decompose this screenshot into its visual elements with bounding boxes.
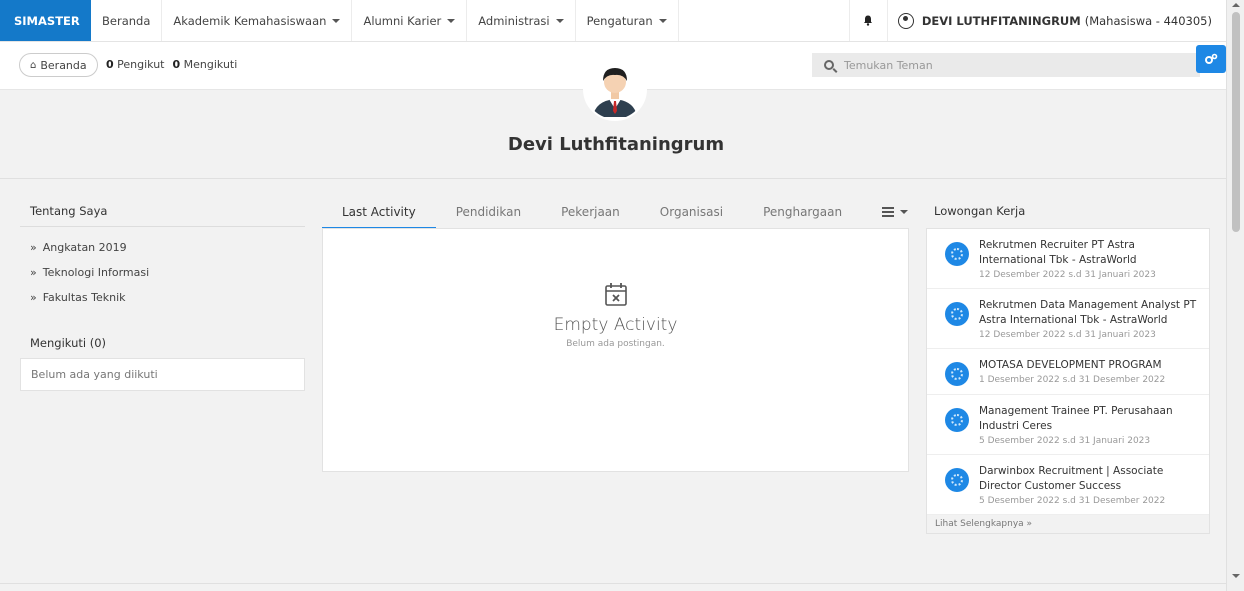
following-title: Mengikuti (0) (30, 336, 107, 350)
user-menu[interactable]: DEVI LUTHFITANINGRUM (Mahasiswa - 440305… (888, 0, 1226, 41)
search-icon (824, 60, 834, 70)
company-logo-icon (945, 302, 969, 326)
notification-bell-button[interactable] (850, 0, 888, 41)
job-item[interactable]: Rekrutmen Data Management Analyst PT Ast… (927, 289, 1209, 349)
following-empty-box: Belum ada yang diikuti (20, 358, 305, 391)
tab-last-activity[interactable]: Last Activity (322, 196, 436, 229)
brand-logo[interactable]: SIMASTER (0, 0, 91, 41)
job-date: 5 Desember 2022 s.d 31 Desember 2022 (979, 496, 1166, 506)
left-sidebar: Tentang Saya » Angkatan 2019 » Teknologi I… (20, 196, 305, 391)
tab-penghargaan[interactable]: Penghargaan (743, 196, 862, 228)
caret-down-icon (900, 210, 909, 214)
page-bottom-edge (0, 583, 1226, 591)
scroll-up-icon[interactable] (1232, 3, 1240, 7)
follow-counts: 0 Pengikut 0 Mengikuti (106, 58, 237, 71)
list-item: » Teknologi Informasi (30, 266, 150, 279)
avatar-illustration (585, 59, 645, 119)
job-title: Rekrutmen Data Management Analyst PT Ast… (979, 299, 1197, 326)
nav-item-label: Alumni Karier (363, 13, 442, 28)
see-more-link[interactable]: Lihat Selengkapnya » (927, 515, 1209, 533)
job-item[interactable]: Rekrutmen Recruiter PT Astra Internation… (927, 229, 1209, 289)
activity-panel: Empty Activity Belum ada postingan. (322, 228, 909, 472)
tab-pekerjaan[interactable]: Pekerjaan (541, 196, 640, 228)
nav-item-label: Akademik Kemahasiswaan (173, 13, 327, 28)
job-item[interactable]: Darwinbox Recruitment | Associate Direct… (927, 455, 1209, 515)
raquo-icon: » (30, 291, 37, 304)
tab-pendidikan[interactable]: Pendidikan (436, 196, 541, 228)
company-logo-icon (945, 468, 969, 492)
job-list: Rekrutmen Recruiter PT Astra Internation… (926, 228, 1210, 534)
home-button[interactable]: ⌂ Beranda (19, 53, 98, 77)
raquo-icon: » (30, 241, 37, 254)
empty-activity-subtitle: Belum ada postingan. (566, 339, 665, 349)
caret-down-icon (447, 18, 456, 23)
user-name: DEVI LUTHFITANINGRUM (921, 13, 1081, 28)
empty-activity-title: Empty Activity (553, 315, 678, 335)
job-title: Rekrutmen Recruiter PT Astra Internation… (979, 239, 1137, 266)
caret-down-icon (332, 18, 341, 23)
settings-gears-button[interactable] (1196, 45, 1226, 73)
list-item: » Fakultas Teknik (30, 291, 126, 304)
job-date: 12 Desember 2022 s.d 31 Januari 2023 (979, 270, 1156, 280)
nav-item-beranda[interactable]: Beranda (91, 0, 163, 41)
company-logo-icon (945, 242, 969, 266)
nav-item-administrasi[interactable]: Administrasi (467, 0, 576, 41)
nav-item-label: Administrasi (478, 13, 550, 28)
about-list: » Angkatan 2019 » Teknologi Informasi » Fak… (20, 227, 305, 310)
company-logo-icon (945, 362, 969, 386)
job-sidebar: Lowongan Kerja Rekrutmen Recruiter PT As… (926, 196, 1210, 534)
nav-item-akademik-kemahasiswaan[interactable]: Akademik Kemahasiswaan (162, 0, 353, 41)
hamburger-menu-icon (882, 205, 895, 219)
job-date: 1 Desember 2022 s.d 31 Desember 2022 (979, 375, 1166, 385)
profile-name: Devi Luthfitaningrum (507, 134, 725, 155)
tab-organisasi[interactable]: Organisasi (640, 196, 743, 228)
job-item[interactable]: MOTASA DEVELOPMENT PROGRAM 1 Desember 202… (927, 349, 1209, 395)
following-link[interactable]: 0 Mengikuti (173, 58, 238, 71)
bell-icon (864, 15, 873, 26)
jobs-title: Lowongan Kerja (934, 204, 1026, 218)
caret-down-icon (555, 18, 564, 23)
activity-tabs: Last Activity Pendidikan Pekerjaan Organ… (322, 196, 909, 229)
scrollbar-thumb[interactable] (1232, 12, 1240, 232)
home-label: Beranda (40, 58, 87, 72)
avatar (583, 57, 647, 121)
vertical-scrollbar[interactable] (1226, 0, 1244, 591)
user-circle-icon (897, 12, 914, 29)
job-title: MOTASA DEVELOPMENT PROGRAM (979, 359, 1162, 371)
search-placeholder: Temukan Teman (844, 58, 933, 72)
home-icon: ⌂ (30, 59, 37, 71)
job-date: 12 Desember 2022 s.d 31 Januari 2023 (979, 330, 1156, 340)
raquo-icon: » (30, 266, 37, 279)
user-role: (Mahasiswa - 440305) (1084, 13, 1212, 28)
caret-down-icon (658, 18, 667, 23)
followers-link[interactable]: 0 Pengikut (106, 58, 165, 71)
nav-item-label: Beranda (102, 13, 151, 28)
job-date: 5 Desember 2022 s.d 31 Januari 2023 (979, 436, 1151, 446)
job-title: Darwinbox Recruitment | Associate Direct… (979, 465, 1164, 492)
nav-item-pengaturan[interactable]: Pengaturan (576, 0, 679, 41)
about-title: Tentang Saya (20, 196, 305, 227)
tab-more-menu[interactable] (862, 196, 928, 228)
search-input[interactable]: Temukan Teman (812, 53, 1200, 77)
nav-spacer (679, 0, 850, 41)
calendar-times-icon (604, 283, 627, 306)
job-title: Management Trainee PT. Perusahaan Indust… (979, 405, 1173, 432)
list-item: » Angkatan 2019 (30, 241, 127, 254)
scroll-down-icon[interactable] (1232, 574, 1240, 578)
nav-item-alumni-karier[interactable]: Alumni Karier (352, 0, 468, 41)
gears-icon (1205, 53, 1218, 64)
nav-item-label: Pengaturan (586, 13, 653, 28)
job-item[interactable]: Management Trainee PT. Perusahaan Indust… (927, 395, 1209, 455)
company-logo-icon (945, 408, 969, 432)
top-navbar: SIMASTER Beranda Akademik Kemahasiswaan … (0, 0, 1226, 42)
